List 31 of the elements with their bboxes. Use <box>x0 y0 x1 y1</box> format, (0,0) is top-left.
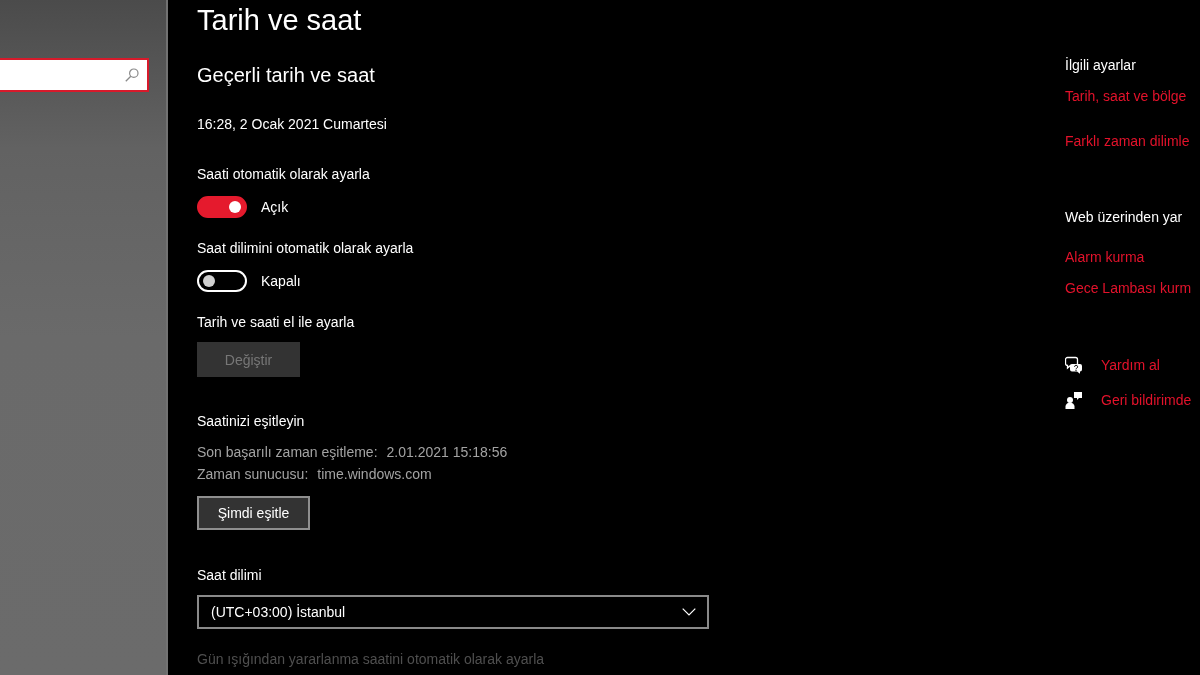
detail-value: 2.01.2021 15:18:56 <box>386 443 508 462</box>
detail-label: Zaman sunucusu: <box>197 465 309 484</box>
time-zone-label: Saat dilimi <box>197 566 262 585</box>
toggle-state-label: Kapalı <box>261 272 301 291</box>
setting-label: Saat dilimini otomatik olarak ayarla <box>197 239 414 258</box>
support-link[interactable]: Yardım al <box>1101 355 1160 375</box>
setting-label: Saati otomatik olarak ayarla <box>197 165 370 184</box>
detail-label: Son başarılı zaman eşitleme: <box>197 443 378 462</box>
support-link[interactable]: Geri bildirimde <box>1101 390 1192 410</box>
search-field[interactable] <box>0 58 149 92</box>
sync-now-button[interactable]: Şimdi eşitle <box>197 496 310 530</box>
section-heading: Geçerli tarih ve saat <box>197 63 375 88</box>
toggle-state-label: Açık <box>261 198 289 217</box>
person-speech-icon <box>1065 391 1083 409</box>
page-title: Tarih ve saat <box>197 3 362 38</box>
detail-value: time.windows.com <box>317 465 432 484</box>
question-bubble-icon <box>1065 356 1083 374</box>
chevron-down-icon <box>682 608 696 616</box>
time-zone-dropdown[interactable]: (UTC+03:00) İstanbul <box>197 595 709 629</box>
related-link[interactable]: Alarm kurma <box>1065 247 1145 267</box>
related-link[interactable]: Gece Lambası kurm <box>1065 278 1192 298</box>
related-heading: Web üzerinden yar <box>1065 208 1183 227</box>
search-icon <box>125 68 139 82</box>
sync-heading: Saatinizi eşitleyin <box>197 412 305 431</box>
related-link[interactable]: Tarih, saat ve bölge <box>1065 86 1187 106</box>
current-datetime: 16:28, 2 Ocak 2021 Cumartesi <box>197 115 387 134</box>
daylight-saving-label: Gün ışığından yararlanma saatini otomatik olarak ayarla <box>197 650 545 669</box>
toggle-switch[interactable] <box>197 196 247 218</box>
setting-label: Tarih ve saati el ile ayarla <box>197 313 355 332</box>
related-heading: İlgili ayarlar <box>1065 56 1136 75</box>
related-link[interactable]: Farklı zaman dilimle <box>1065 131 1190 151</box>
